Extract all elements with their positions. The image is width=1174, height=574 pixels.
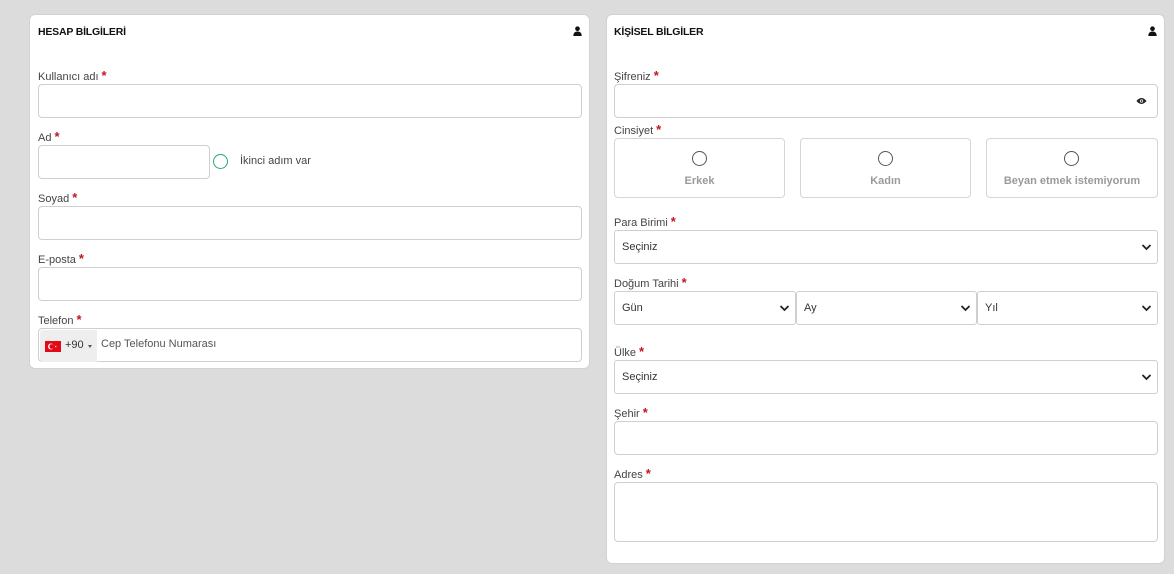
birth-year-select[interactable]: Yıl [977,291,1158,325]
username-label: Kullanıcı adı * [38,68,107,83]
country-label: Ülke * [614,344,645,359]
currency-label: Para Birimi * [614,214,676,229]
birth-date-label: Doğum Tarihi * [614,275,687,290]
address-label: Adres * [614,466,651,481]
first-name-label: Ad * [38,129,60,144]
country-select-value: Seçiniz [622,371,658,383]
last-name-label: Soyad * [38,190,78,205]
eye-icon[interactable] [1136,97,1147,105]
dial-code: +90 [65,339,84,351]
phone-input[interactable]: +90 Cep Telefonu Numarası [38,328,582,362]
chevron-down-icon [1141,305,1152,312]
gender-option-label: Erkek [684,175,715,187]
turkey-flag-icon [45,341,61,352]
currency-select-value: Seçiniz [622,241,658,253]
radio-circle-icon [691,151,707,166]
birth-month-value: Ay [804,302,817,314]
country-select[interactable]: Seçiniz [614,360,1158,394]
username-input[interactable] [38,84,582,118]
account-info-card: HESAP BİLGİLERİ Kullanıcı adı * Ad * İkinc… [29,14,590,369]
email-input[interactable] [38,267,582,301]
chevron-down-icon [960,305,971,312]
user-icon [573,26,582,36]
birth-day-value: Gün [622,302,643,314]
birth-month-select[interactable]: Ay [796,291,977,325]
first-name-input[interactable] [38,145,210,179]
email-label: E-posta * [38,251,84,266]
gender-option-label: Beyan etmek istemiyorum [1003,175,1141,187]
chevron-down-icon [1141,374,1152,381]
city-input[interactable] [614,421,1158,455]
gender-option-undisclosed[interactable]: Beyan etmek istemiyorum [986,138,1158,198]
personal-info-card: KİŞİSEL BİLGİLER Şifreniz * Cinsiyet * Erk… [606,14,1165,564]
city-label: Şehir * [614,405,648,420]
personal-info-title: KİŞİSEL BİLGİLER [614,26,704,38]
chevron-down-icon [1141,244,1152,251]
country-code-selector[interactable]: +90 [40,330,97,362]
gender-label: Cinsiyet * [614,122,662,137]
second-name-label: İkinci adım var [240,155,311,167]
gender-option-label: Kadın [870,175,901,187]
caret-down-icon [88,345,92,348]
second-name-radio[interactable] [213,154,228,169]
account-info-title: HESAP BİLGİLERİ [38,26,126,38]
last-name-input[interactable] [38,206,582,240]
radio-circle-icon [1064,151,1079,166]
gender-option-male[interactable]: Erkek [614,138,785,198]
currency-select[interactable]: Seçiniz [614,230,1158,264]
user-icon [1148,26,1157,36]
radio-circle-icon [877,151,893,166]
gender-option-female[interactable]: Kadın [800,138,971,198]
password-input[interactable] [614,84,1158,118]
birth-day-select[interactable]: Gün [614,291,796,325]
birth-year-value: Yıl [985,302,998,314]
chevron-down-icon [779,305,790,312]
password-label: Şifreniz * [614,68,659,83]
phone-label: Telefon * [38,312,82,327]
phone-placeholder: Cep Telefonu Numarası [101,338,217,350]
address-textarea[interactable] [614,482,1158,542]
